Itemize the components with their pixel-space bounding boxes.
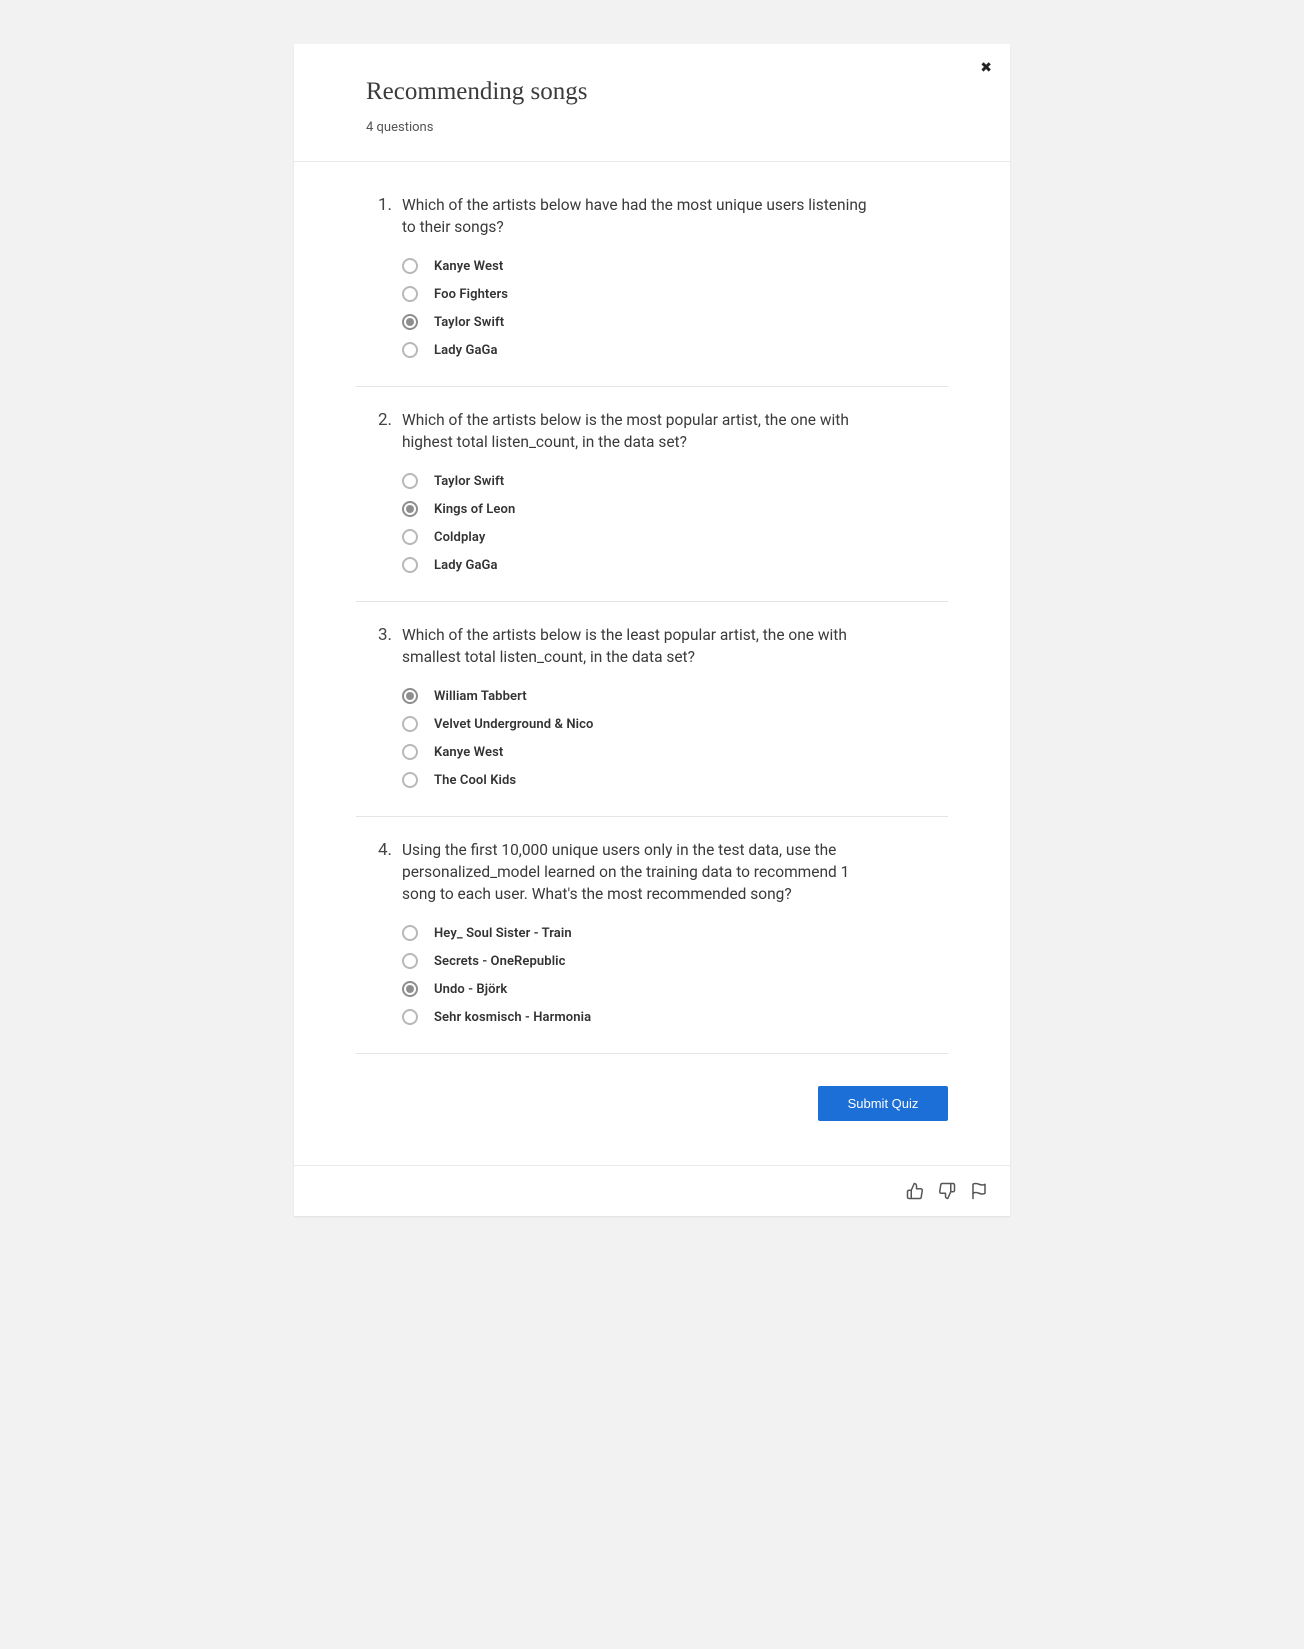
question-text: Which of the artists below have had the … (402, 194, 882, 238)
option-label: Kanye West (434, 745, 503, 760)
questions-list: 1.Which of the artists below have had th… (294, 162, 1010, 1054)
option-label: Coldplay (434, 530, 485, 545)
radio-icon[interactable] (402, 1009, 418, 1025)
flag-icon[interactable] (970, 1182, 988, 1200)
option[interactable]: The Cool Kids (402, 766, 948, 794)
option-label: Hey_ Soul Sister - Train (434, 926, 572, 941)
radio-icon[interactable] (402, 286, 418, 302)
radio-icon[interactable] (402, 314, 418, 330)
thumbs-up-icon[interactable] (906, 1182, 924, 1200)
radio-icon[interactable] (402, 772, 418, 788)
question-text: Using the first 10,000 unique users only… (402, 839, 882, 905)
footer-bar (294, 1165, 1010, 1216)
option-label: Kings of Leon (434, 502, 515, 517)
question: 2.Which of the artists below is the most… (356, 387, 948, 602)
option-label: Secrets - OneRepublic (434, 954, 566, 969)
submit-row: Submit Quiz (294, 1054, 1010, 1165)
radio-icon[interactable] (402, 688, 418, 704)
option[interactable]: Taylor Swift (402, 467, 948, 495)
quiz-title: Recommending songs (366, 78, 938, 106)
question-number: 2. (356, 409, 402, 431)
option-label: William Tabbert (434, 689, 527, 704)
option[interactable]: Foo Fighters (402, 280, 948, 308)
radio-icon[interactable] (402, 258, 418, 274)
radio-icon[interactable] (402, 744, 418, 760)
option[interactable]: Lady GaGa (402, 336, 948, 364)
option[interactable]: Taylor Swift (402, 308, 948, 336)
option-label: Lady GaGa (434, 558, 498, 573)
radio-icon[interactable] (402, 953, 418, 969)
radio-icon[interactable] (402, 473, 418, 489)
option[interactable]: Kings of Leon (402, 495, 948, 523)
radio-icon[interactable] (402, 557, 418, 573)
option-label: Sehr kosmisch - Harmonia (434, 1010, 591, 1025)
option[interactable]: Sehr kosmisch - Harmonia (402, 1003, 948, 1031)
question-text: Which of the artists below is the most p… (402, 409, 882, 453)
close-icon[interactable]: ✖ (980, 60, 992, 76)
radio-icon[interactable] (402, 716, 418, 732)
question: 4.Using the first 10,000 unique users on… (356, 817, 948, 1054)
option[interactable]: Velvet Underground & Nico (402, 710, 948, 738)
option[interactable]: William Tabbert (402, 682, 948, 710)
option[interactable]: Kanye West (402, 738, 948, 766)
option[interactable]: Undo - Björk (402, 975, 948, 1003)
quiz-header: ✖ Recommending songs 4 questions (294, 44, 1010, 162)
quiz-subtitle: 4 questions (366, 120, 938, 135)
option-label: The Cool Kids (434, 773, 516, 788)
question-text: Which of the artists below is the least … (402, 624, 882, 668)
question-number: 3. (356, 624, 402, 646)
option-label: Foo Fighters (434, 287, 508, 302)
thumbs-down-icon[interactable] (938, 1182, 956, 1200)
radio-icon[interactable] (402, 342, 418, 358)
quiz-panel: ✖ Recommending songs 4 questions 1.Which… (294, 44, 1010, 1216)
question: 3.Which of the artists below is the leas… (356, 602, 948, 817)
option-label: Kanye West (434, 259, 503, 274)
option-label: Taylor Swift (434, 315, 504, 330)
option[interactable]: Hey_ Soul Sister - Train (402, 919, 948, 947)
option[interactable]: Coldplay (402, 523, 948, 551)
question-number: 1. (356, 194, 402, 216)
question: 1.Which of the artists below have had th… (356, 172, 948, 387)
radio-icon[interactable] (402, 501, 418, 517)
option-label: Velvet Underground & Nico (434, 717, 593, 732)
radio-icon[interactable] (402, 925, 418, 941)
option[interactable]: Lady GaGa (402, 551, 948, 579)
radio-icon[interactable] (402, 529, 418, 545)
option-label: Undo - Björk (434, 982, 507, 997)
submit-button[interactable]: Submit Quiz (818, 1086, 948, 1121)
radio-icon[interactable] (402, 981, 418, 997)
option[interactable]: Secrets - OneRepublic (402, 947, 948, 975)
option-label: Lady GaGa (434, 343, 498, 358)
option[interactable]: Kanye West (402, 252, 948, 280)
question-number: 4. (356, 839, 402, 861)
option-label: Taylor Swift (434, 474, 504, 489)
